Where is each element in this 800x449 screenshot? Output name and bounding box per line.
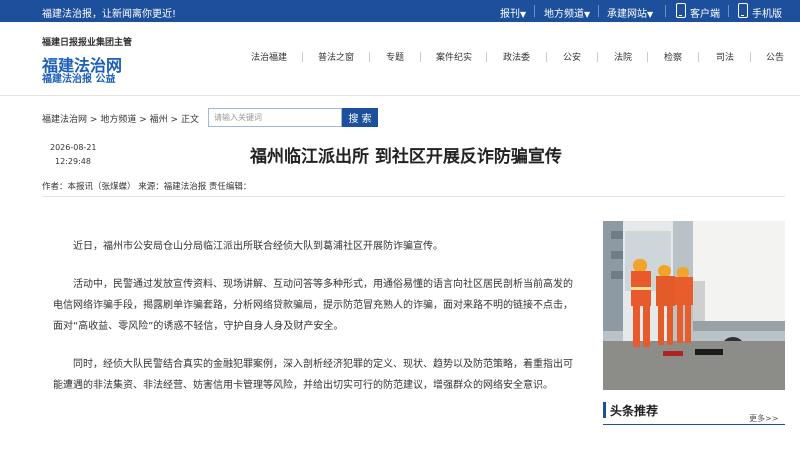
newspaper-label: 报刊 xyxy=(500,9,520,20)
client-app-link[interactable]: 客户端 xyxy=(690,5,720,20)
chevron-down-icon: ▼ xyxy=(520,10,527,19)
divider xyxy=(598,5,599,17)
divider xyxy=(369,52,370,62)
article-time: 12:29:48 xyxy=(55,157,91,166)
divider xyxy=(728,5,729,17)
hosted-sites-label: 承建网站 xyxy=(607,9,647,20)
nav-police[interactable]: 公安 xyxy=(563,50,581,63)
more-link[interactable]: 更多>> xyxy=(749,413,778,424)
sponsor-text: 福建日报报业集团主管 xyxy=(42,38,133,48)
article-paragraph: 同时，经侦大队民警结合真实的金融犯罪案例，深入剖析经济犯罪的定义、现状、趋势以及… xyxy=(53,359,573,391)
nav-politics-law[interactable]: 政法委 xyxy=(503,50,530,63)
meta-divider xyxy=(42,196,785,197)
site-header: 福建日报报业集团主管 福建法治网 福建法治报 公益 法治福建 普法之窗 专题 案… xyxy=(0,22,800,94)
chevron-down-icon: ▼ xyxy=(647,10,654,19)
breadcrumb: 福建法治网 > 地方频道 > 福州 > 正文 xyxy=(42,112,199,125)
header-divider xyxy=(0,95,800,96)
recommend-title: 头条推荐 xyxy=(610,404,659,418)
local-channel-menu[interactable]: 地方频道▼ xyxy=(544,5,590,20)
chevron-down-icon: ▼ xyxy=(584,10,591,19)
mobile-icon xyxy=(738,3,748,18)
divider xyxy=(597,52,598,62)
nav-pufa[interactable]: 普法之窗 xyxy=(318,50,354,63)
nav-cases[interactable]: 案件纪实 xyxy=(436,50,472,63)
article-photo[interactable] xyxy=(603,221,785,390)
newspaper-menu[interactable]: 报刊▼ xyxy=(500,5,526,20)
search-input[interactable] xyxy=(208,108,342,127)
local-channel-label: 地方频道 xyxy=(544,9,584,20)
nav-special[interactable]: 专题 xyxy=(386,50,404,63)
recommend-underline xyxy=(603,424,785,425)
nav-procuratorate[interactable]: 检察 xyxy=(664,50,682,63)
nav-court[interactable]: 法院 xyxy=(614,50,632,63)
article-paragraph: 活动中，民警通过发放宣传资料、现场讲解、互动问答等多种形式，用通俗易懂的语言向社… xyxy=(53,279,573,332)
section-accent-bar xyxy=(603,402,606,418)
breadcrumb-separator: > xyxy=(170,115,179,125)
article-paragraph: 近日，福州市公安局仓山分局临江派出所联合经侦大队到葛浦社区开展防诈骗宣传。 xyxy=(73,241,443,252)
top-bar: 福建法治报，让新闻离你更近! 报刊▼ 地方频道▼ 承建网站▼ 客户端 手机版 xyxy=(0,0,800,22)
divider xyxy=(534,5,535,17)
divider xyxy=(647,52,648,62)
breadcrumb-separator: > xyxy=(139,115,147,125)
breadcrumb-home[interactable]: 福建法治网 xyxy=(42,115,87,125)
divider xyxy=(546,52,547,62)
divider xyxy=(302,52,303,62)
divider xyxy=(665,5,666,17)
phone-icon xyxy=(676,3,686,18)
article-date: 2026-08-21 xyxy=(50,143,97,152)
breadcrumb-local[interactable]: 地方频道 xyxy=(100,115,136,125)
breadcrumb-current: 正文 xyxy=(180,115,199,125)
site-subtitle: 福建法治报 公益 xyxy=(42,74,116,85)
article-title: 福州临江派出所 到社区开展反诈防骗宣传 xyxy=(250,147,562,167)
divider xyxy=(486,52,487,62)
breadcrumb-separator: > xyxy=(89,115,98,125)
article-body: 近日，福州市公安局仓山分局临江派出所联合经侦大队到葛浦社区开展防诈骗宣传。 活动… xyxy=(53,236,575,413)
divider xyxy=(420,52,421,62)
mobile-version-link[interactable]: 手机版 xyxy=(752,5,782,20)
divider xyxy=(698,52,699,62)
site-slogan: 福建法治报，让新闻离你更近! xyxy=(42,9,177,20)
nav-notice[interactable]: 公告 xyxy=(766,50,784,63)
divider xyxy=(750,52,751,62)
hosted-sites-menu[interactable]: 承建网站▼ xyxy=(607,5,653,20)
nav-justice[interactable]: 司法 xyxy=(716,50,734,63)
article-meta: 作者：本报讯（张煤蝶） 来源：福建法治报 责任编辑： xyxy=(42,182,252,192)
breadcrumb-fuzhou[interactable]: 福州 xyxy=(150,115,168,125)
photo-illustration xyxy=(603,221,785,390)
search-button[interactable]: 搜 索 xyxy=(342,108,378,127)
nav-fazhi-fujian[interactable]: 法治福建 xyxy=(251,50,287,63)
